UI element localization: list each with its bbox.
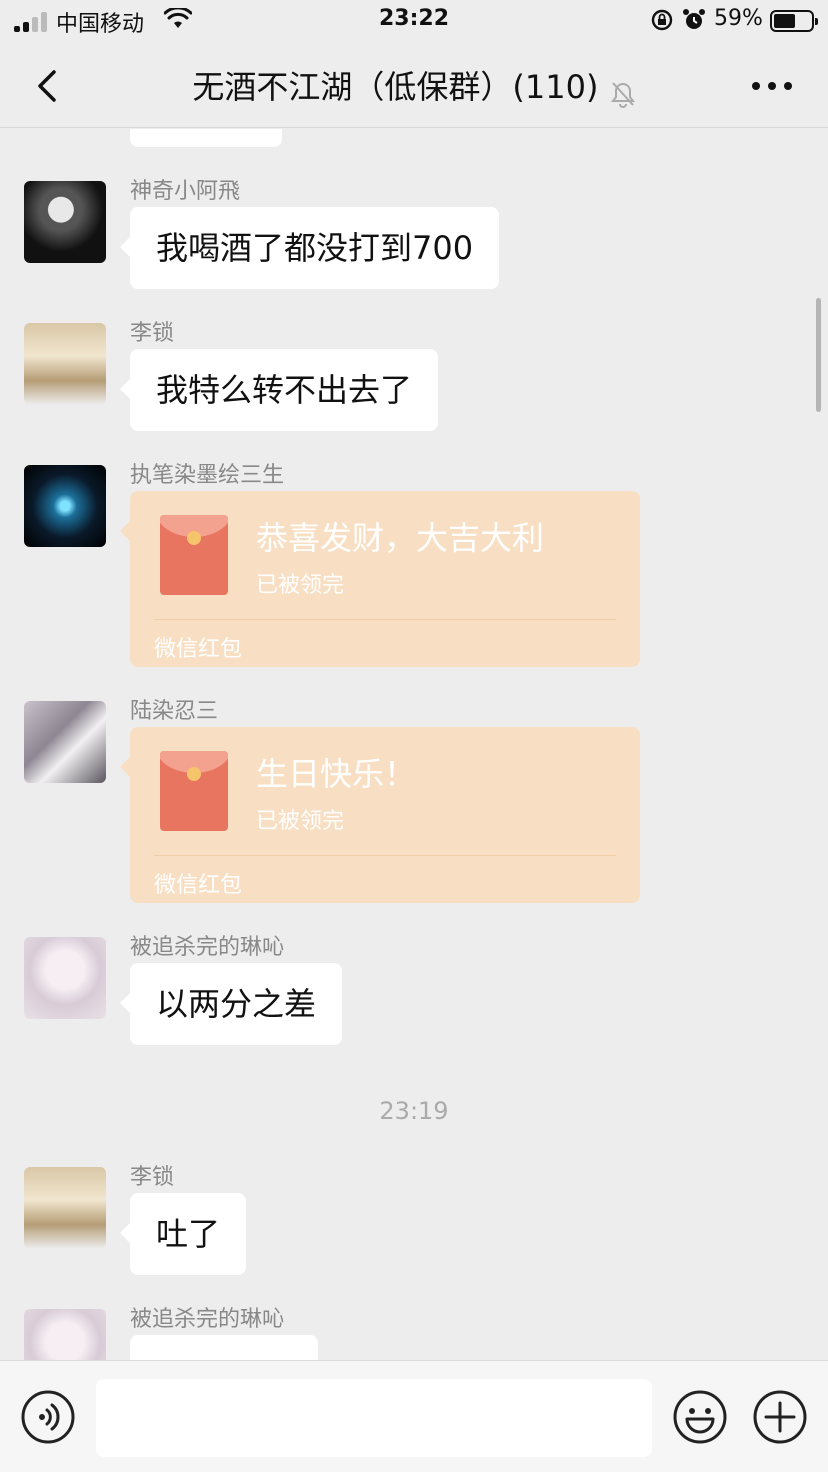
red-packet-brand: 微信红包 — [154, 637, 243, 662]
message-list[interactable]: 神奇小阿飛 我喝酒了都没打到700 李锁 我特么转不出去了 执笔染墨绘三生 恭喜… — [0, 129, 828, 1360]
sender-name: 被追杀完的琳吣 — [130, 1307, 285, 1332]
red-packet-card[interactable]: 恭喜发财，大吉大利 已被领完 微信红包 — [120, 491, 640, 667]
message-bubble[interactable] — [130, 1335, 318, 1360]
chat-title: 无酒不江湖（低保群）(110) — [192, 68, 599, 106]
sender-name: 李锁 — [130, 321, 175, 346]
avatar[interactable] — [24, 465, 106, 547]
emoji-icon[interactable] — [672, 1389, 728, 1445]
status-bar: 中国移动 23:22 59% — [0, 0, 828, 44]
avatar[interactable] — [24, 701, 106, 783]
input-bar — [0, 1360, 828, 1472]
red-packet-status: 已被领完 — [256, 573, 345, 598]
battery-percent: 59% — [714, 6, 763, 31]
message-bubble[interactable]: 我特么转不出去了 — [119, 349, 439, 431]
sender-name: 李锁 — [130, 1165, 175, 1190]
sender-name: 陆染忍三 — [130, 699, 219, 724]
message-input[interactable] — [96, 1379, 652, 1457]
more-button[interactable] — [752, 82, 792, 90]
message-bubble[interactable]: 吐了 — [119, 1193, 247, 1275]
sender-name: 神奇小阿飛 — [130, 179, 241, 204]
message-bubble[interactable]: 以两分之差 — [119, 963, 343, 1045]
red-packet-wish: 生日快乐！ — [256, 755, 417, 793]
time-separator: 23:19 — [379, 1097, 449, 1125]
message-bubble[interactable]: 我喝酒了都没打到700 — [119, 207, 500, 289]
red-envelope-icon — [160, 515, 228, 595]
avatar[interactable] — [24, 1167, 106, 1249]
sender-name: 执笔染墨绘三生 — [130, 463, 285, 488]
avatar[interactable] — [24, 937, 106, 1019]
red-packet-status: 已被领完 — [256, 809, 345, 834]
message-bubble-partial — [130, 129, 282, 147]
avatar[interactable] — [24, 181, 106, 263]
divider — [154, 619, 616, 620]
avatar[interactable] — [24, 323, 106, 405]
red-packet-wish: 恭喜发财，大吉大利 — [256, 519, 545, 557]
voice-icon[interactable] — [20, 1389, 76, 1445]
orientation-lock-icon — [651, 9, 673, 31]
scrollbar[interactable] — [816, 298, 821, 412]
red-packet-brand: 微信红包 — [154, 873, 243, 898]
battery-icon — [770, 10, 818, 32]
plus-circle-icon[interactable] — [752, 1389, 808, 1445]
avatar[interactable] — [24, 1309, 106, 1360]
red-packet-card[interactable]: 生日快乐！ 已被领完 微信红包 — [120, 727, 640, 903]
alarm-icon — [683, 9, 705, 29]
bell-slash-icon — [610, 81, 635, 108]
red-envelope-icon — [160, 751, 228, 831]
chat-header: 无酒不江湖（低保群）(110) — [0, 44, 828, 128]
divider — [154, 855, 616, 856]
sender-name: 被追杀完的琳吣 — [130, 935, 285, 960]
